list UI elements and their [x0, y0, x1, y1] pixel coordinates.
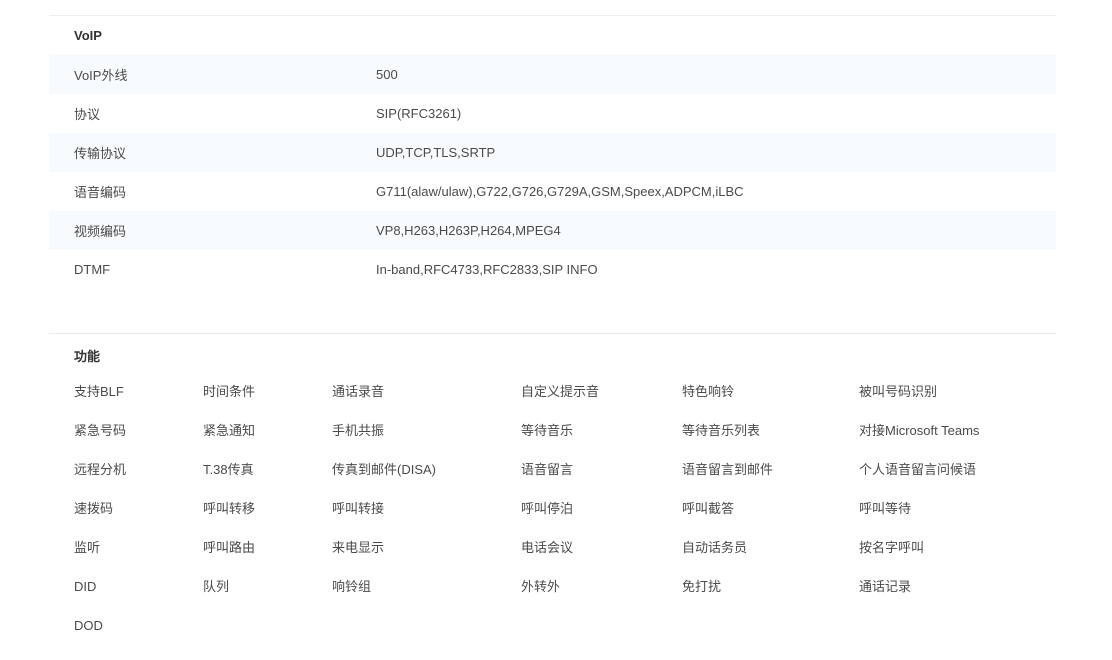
- spec-label: DTMF: [74, 262, 111, 277]
- spec-label: 协议: [74, 107, 101, 122]
- feature-row: 紧急号码 紧急通知 手机共振 等待音乐 等待音乐列表 对接Microsoft Teams: [0, 411, 1112, 450]
- feature-item: 特色响铃: [682, 384, 735, 399]
- feature-item: T.38传真: [203, 462, 254, 477]
- spec-row: 协议 SIP(RFC3261): [49, 94, 1056, 133]
- feature-item: 来电显示: [332, 540, 385, 555]
- spec-label: 视频编码: [74, 224, 127, 239]
- spec-row: VoIP外线 500: [49, 55, 1056, 94]
- spec-row: DTMF In-band,RFC4733,RFC2833,SIP INFO: [49, 250, 1056, 289]
- feature-item: 响铃组: [332, 579, 372, 594]
- feature-item: 通话录音: [332, 384, 385, 399]
- feature-item: DID: [74, 579, 97, 594]
- feature-row: 速拨码 呼叫转移 呼叫转接 呼叫停泊 呼叫截答 呼叫等待: [0, 489, 1112, 528]
- feature-row: DID 队列 响铃组 外转外 免打扰 通话记录: [0, 567, 1112, 606]
- feature-item: 自动话务员: [682, 540, 748, 555]
- feature-item: 呼叫路由: [203, 540, 256, 555]
- spec-label: VoIP外线: [74, 68, 128, 83]
- feature-item: 手机共振: [332, 423, 385, 438]
- feature-item: 被叫号码识别: [859, 384, 938, 399]
- feature-item: 外转外: [521, 579, 561, 594]
- feature-item: 呼叫转移: [203, 501, 256, 516]
- feature-item: 呼叫停泊: [521, 501, 574, 516]
- feature-item: 时间条件: [203, 384, 256, 399]
- feature-item: 远程分机: [74, 462, 127, 477]
- spec-value: VP8,H263,H263P,H264,MPEG4: [376, 223, 561, 238]
- section-divider: [49, 333, 1056, 334]
- feature-item: 按名字呼叫: [859, 540, 925, 555]
- feature-item: 队列: [203, 579, 230, 594]
- feature-item: 免打扰: [682, 579, 722, 594]
- feature-row: 支持BLF 时间条件 通话录音 自定义提示音 特色响铃 被叫号码识别: [0, 372, 1112, 411]
- feature-item: 等待音乐列表: [682, 423, 761, 438]
- feature-item: 呼叫等待: [859, 501, 912, 516]
- feature-item: 速拨码: [74, 501, 114, 516]
- spec-value: UDP,TCP,TLS,SRTP: [376, 145, 496, 160]
- spec-row: 传输协议 UDP,TCP,TLS,SRTP: [49, 133, 1056, 172]
- feature-item: 个人语音留言问候语: [859, 462, 977, 477]
- spec-label: 语音编码: [74, 185, 127, 200]
- feature-item: 电话会议: [521, 540, 574, 555]
- top-divider: [49, 15, 1056, 16]
- features-section-title: 功能: [74, 349, 101, 364]
- feature-item: 监听: [74, 540, 101, 555]
- feature-item: 紧急通知: [203, 423, 256, 438]
- spec-label: 传输协议: [74, 146, 127, 161]
- feature-item: 语音留言到邮件: [682, 462, 774, 477]
- feature-row: 远程分机 T.38传真 传真到邮件(DISA) 语音留言 语音留言到邮件 个人语音留言问候…: [0, 450, 1112, 489]
- feature-item: 语音留言: [521, 462, 574, 477]
- spec-value: 500: [376, 67, 398, 82]
- spec-value: In-band,RFC4733,RFC2833,SIP INFO: [376, 262, 598, 277]
- spec-page: VoIP VoIP外线 500 协议 SIP(RFC3261) 传输协议 UDP…: [0, 0, 1112, 660]
- feature-row: DOD: [0, 606, 1112, 645]
- feature-item: 等待音乐: [521, 423, 574, 438]
- feature-item: 自定义提示音: [521, 384, 600, 399]
- feature-item: 传真到邮件(DISA): [332, 462, 437, 477]
- voip-section-title: VoIP: [74, 28, 102, 43]
- feature-item: 紧急号码: [74, 423, 127, 438]
- feature-row: 监听 呼叫路由 来电显示 电话会议 自动话务员 按名字呼叫: [0, 528, 1112, 567]
- spec-row: 语音编码 G711(alaw/ulaw),G722,G726,G729A,GSM…: [49, 172, 1056, 211]
- spec-value: G711(alaw/ulaw),G722,G726,G729A,GSM,Spee…: [376, 184, 744, 199]
- feature-item: 通话记录: [859, 579, 912, 594]
- spec-row: 视频编码 VP8,H263,H263P,H264,MPEG4: [49, 211, 1056, 250]
- feature-item: 呼叫转接: [332, 501, 385, 516]
- feature-item: DOD: [74, 618, 103, 633]
- spec-value: SIP(RFC3261): [376, 106, 462, 121]
- feature-item: 支持BLF: [74, 384, 124, 399]
- feature-item: 对接Microsoft Teams: [859, 423, 980, 438]
- feature-item: 呼叫截答: [682, 501, 735, 516]
